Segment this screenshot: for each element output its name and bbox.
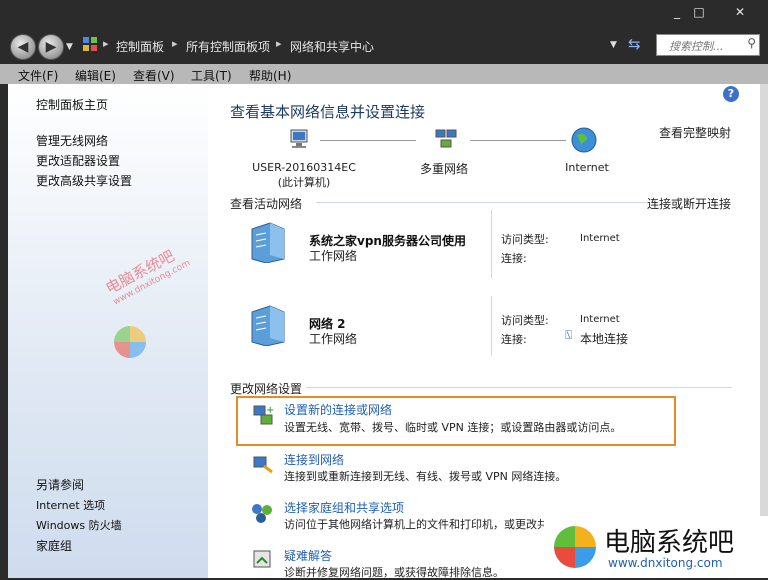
- sidebar: 控制面板主页 管理无线网络 更改适配器设置 更改高级共享设置 另请参阅 Inte…: [8, 84, 208, 578]
- search-placeholder: 搜索控制...: [669, 40, 724, 53]
- change-settings-title: 更改网络设置: [230, 382, 303, 396]
- computer-icon: [288, 128, 310, 150]
- troubleshoot-icon: [252, 548, 274, 570]
- multiple-networks-icon: [434, 128, 458, 150]
- view-full-map-link[interactable]: 查看完整映射: [659, 124, 731, 141]
- title-bar: _ □ ✕: [0, 0, 768, 26]
- new-connection-icon: +: [252, 404, 274, 426]
- menu-edit[interactable]: 编辑(E): [75, 67, 116, 84]
- section-divider: [316, 202, 646, 203]
- sidebar-windows-firewall[interactable]: Windows 防火墙: [36, 517, 122, 533]
- menu-view[interactable]: 查看(V): [133, 67, 175, 84]
- internet-label: Internet: [565, 161, 609, 174]
- sidebar-change-adapter[interactable]: 更改适配器设置: [36, 152, 120, 169]
- breadcrumb-control-panel[interactable]: 控制面板: [116, 38, 164, 55]
- scrollbar[interactable]: [760, 84, 768, 578]
- task-connect-desc: 连接到或重新连接到无线、有线、拨号或 VPN 网络连接。: [284, 470, 567, 483]
- address-bar: ◀ ▶ ▼ ▸ 控制面板 ▸ 所有控制面板项 ▸ 网络和共享中心 ▼ ⇆ 搜索控…: [0, 26, 768, 64]
- computer-sub: (此计算机): [277, 176, 331, 189]
- history-dropdown-icon[interactable]: ▼: [66, 42, 73, 52]
- local-connection-link[interactable]: 本地连接: [580, 330, 628, 347]
- page-title: 查看基本网络信息并设置连接: [230, 103, 426, 121]
- active-networks-title: 查看活动网络: [230, 197, 303, 211]
- connect-network-icon: [252, 454, 274, 476]
- local-connection-icon: ⍂: [565, 328, 573, 342]
- map-line: [320, 140, 416, 141]
- menu-tools[interactable]: 工具(T): [191, 67, 232, 84]
- network-2-conn-label: 连接:: [501, 333, 527, 346]
- main-content: ? 查看基本网络信息并设置连接 USER-20160314EC (此计算机) 多…: [208, 84, 760, 579]
- chevron-right-icon[interactable]: ▸: [172, 37, 178, 50]
- task-new-connection-desc: 设置无线、宽带、拨号、临时或 VPN 连接；或设置路由器或访问点。: [284, 421, 622, 434]
- multiple-networks-label: 多重网络: [419, 162, 468, 176]
- network-2-access-value: Internet: [580, 314, 620, 325]
- maximize-button[interactable]: □: [690, 4, 708, 20]
- breadcrumb-network-center[interactable]: 网络和共享中心: [290, 38, 374, 55]
- search-icon[interactable]: ⚲: [747, 36, 756, 50]
- minimize-button[interactable]: _: [668, 4, 686, 20]
- sidebar-home[interactable]: 控制面板主页: [36, 96, 108, 113]
- chevron-right-icon[interactable]: ▸: [276, 37, 282, 50]
- vertical-divider: [491, 210, 492, 278]
- computer-name: USER-20160314EC: [252, 161, 356, 174]
- breadcrumb-all-items[interactable]: 所有控制面板项: [186, 38, 270, 55]
- search-input[interactable]: 搜索控制... ⚲: [656, 34, 760, 56]
- refresh-icon[interactable]: ⇆: [628, 35, 641, 53]
- network-2-access-label: 访问类型:: [501, 314, 549, 327]
- connect-disconnect-link[interactable]: 连接或断开连接: [647, 195, 731, 212]
- menu-file[interactable]: 文件(F): [18, 67, 58, 84]
- sidebar-internet-options[interactable]: Internet 选项: [36, 497, 105, 513]
- help-icon[interactable]: ?: [723, 86, 739, 102]
- windows-logo-icon: [552, 524, 598, 570]
- network-2-type-link[interactable]: 工作网络: [309, 330, 357, 347]
- sidebar-advanced-sharing[interactable]: 更改高级共享设置: [36, 172, 132, 189]
- see-also-title: 另请参阅: [36, 478, 85, 492]
- homegroup-icon: [250, 502, 274, 524]
- svg-text:+: +: [266, 405, 274, 416]
- task-troubleshoot-link[interactable]: 疑难解答: [284, 547, 332, 564]
- sidebar-homegroup[interactable]: 家庭组: [36, 537, 72, 554]
- logo-text: 电脑系统吧: [604, 528, 735, 558]
- sidebar-manage-wireless[interactable]: 管理无线网络: [36, 132, 108, 149]
- task-homegroup-link[interactable]: 选择家庭组和共享选项: [284, 499, 404, 516]
- watermark-logo-icon: [112, 324, 148, 360]
- network-1-access-label: 访问类型:: [501, 233, 549, 246]
- control-panel-icon: [82, 36, 98, 52]
- vertical-divider: [491, 296, 492, 356]
- task-new-connection-link[interactable]: 设置新的连接或网络: [284, 401, 392, 418]
- network-building-icon: [248, 304, 288, 347]
- address-dropdown-icon[interactable]: ▼: [610, 40, 617, 50]
- menu-bar: 文件(F) 编辑(E) 查看(V) 工具(T) 帮助(H): [0, 64, 768, 84]
- network-1-conn-label: 连接:: [501, 252, 527, 265]
- forward-button[interactable]: ▶: [38, 34, 64, 60]
- globe-icon: [570, 126, 598, 154]
- logo-url: www.dnxitong.com: [608, 556, 723, 570]
- section-divider: [306, 387, 732, 388]
- network-1-access-value: Internet: [580, 233, 620, 244]
- chevron-right-icon[interactable]: ▸: [103, 37, 109, 50]
- back-button[interactable]: ◀: [10, 34, 36, 60]
- network-1-type-link[interactable]: 工作网络: [309, 247, 357, 264]
- site-logo: 电脑系统吧 www.dnxitong.com: [544, 516, 768, 578]
- menu-help[interactable]: 帮助(H): [249, 67, 291, 84]
- task-connect-link[interactable]: 连接到网络: [284, 451, 344, 468]
- network-building-icon: [248, 221, 288, 264]
- map-line: [470, 140, 566, 141]
- close-button[interactable]: ✕: [731, 4, 749, 20]
